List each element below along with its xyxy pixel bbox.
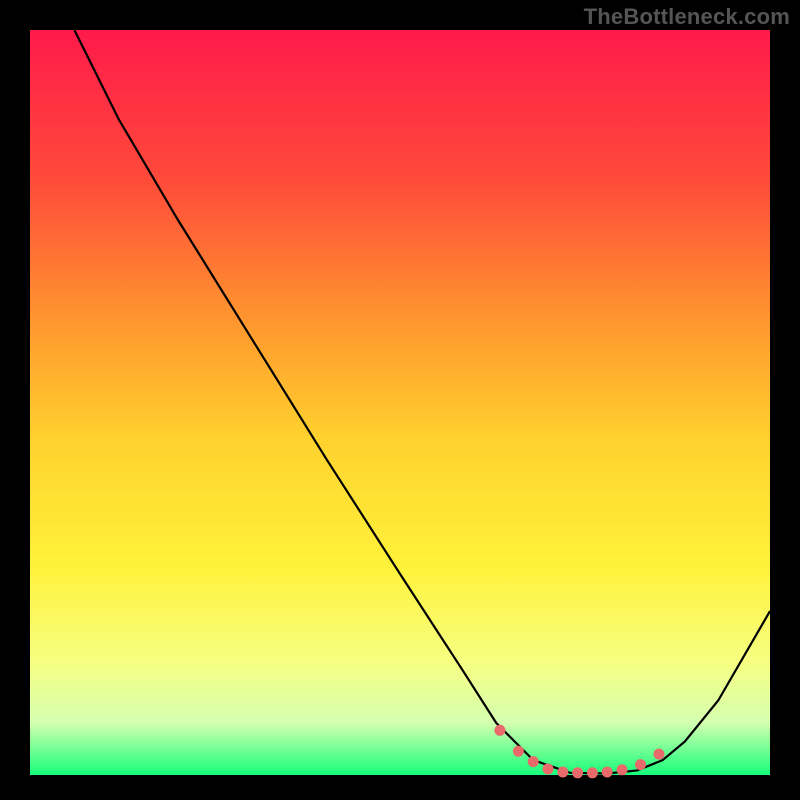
marker-dot bbox=[528, 756, 539, 767]
marker-dot bbox=[557, 767, 568, 778]
marker-dot bbox=[572, 767, 583, 778]
chart-root: TheBottleneck.com bbox=[0, 0, 800, 800]
marker-dot bbox=[587, 767, 598, 778]
marker-dot bbox=[635, 759, 646, 770]
marker-dot bbox=[543, 764, 554, 775]
attribution-watermark: TheBottleneck.com bbox=[584, 4, 790, 30]
marker-dot bbox=[494, 725, 505, 736]
bottleneck-chart bbox=[0, 0, 800, 800]
marker-dot bbox=[654, 749, 665, 760]
plot-area bbox=[30, 30, 770, 775]
marker-dot bbox=[617, 764, 628, 775]
marker-dot bbox=[602, 767, 613, 778]
marker-dot bbox=[513, 746, 524, 757]
